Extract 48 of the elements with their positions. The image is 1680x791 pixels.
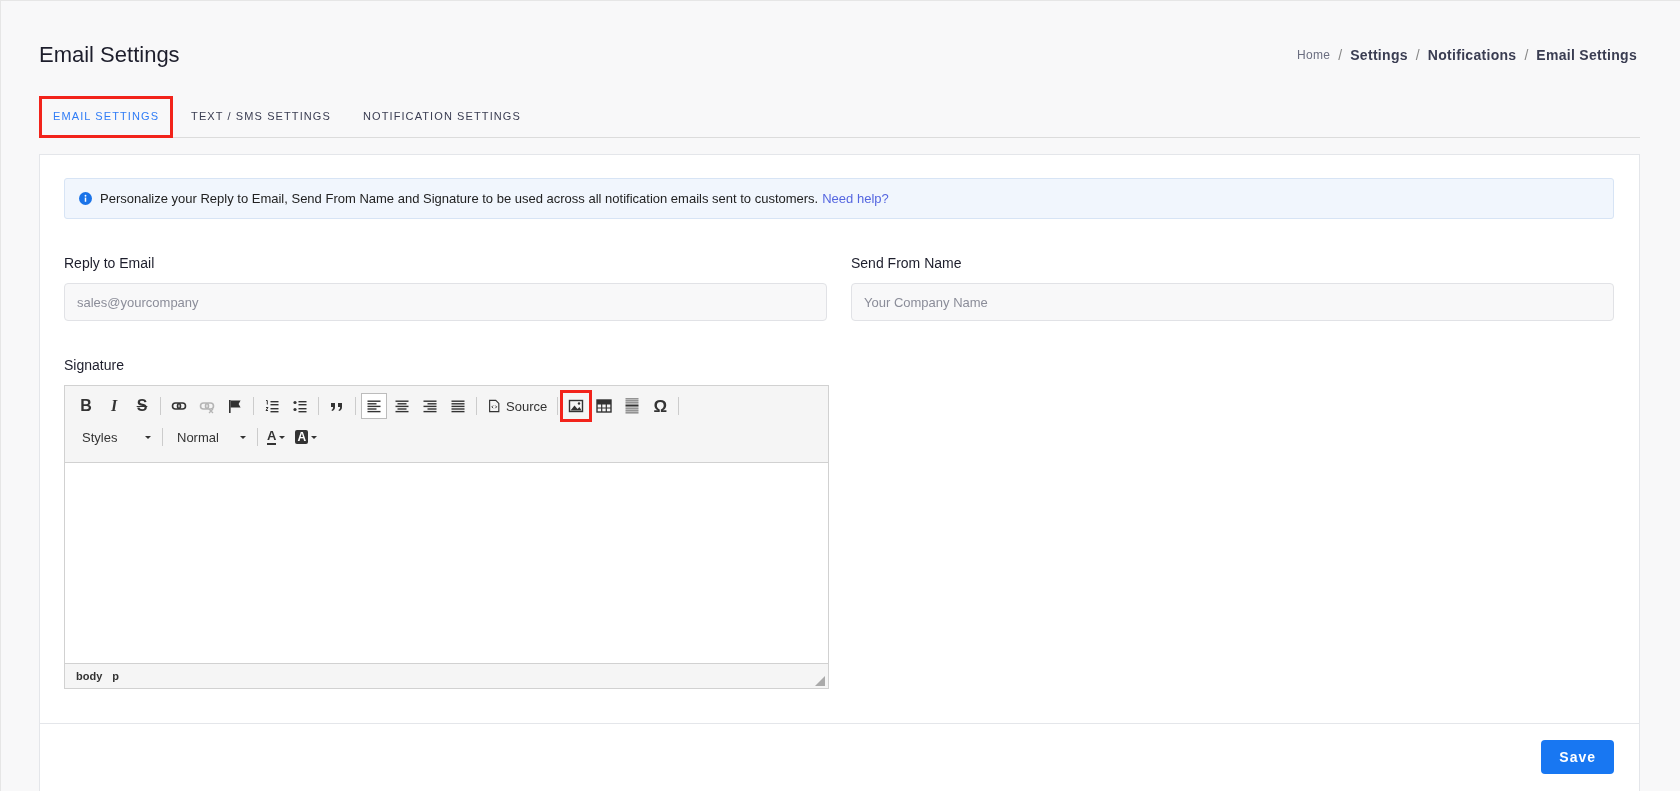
caret-icon	[145, 435, 151, 439]
text-color-button[interactable]: A	[263, 425, 290, 449]
align-left-button[interactable]	[361, 393, 387, 419]
caret-icon	[279, 435, 286, 439]
tab[interactable]: NOTIFICATION SETTINGS	[348, 96, 535, 138]
caret-icon	[240, 435, 246, 439]
align-right-icon	[422, 398, 438, 414]
breadcrumb-link[interactable]: Email Settings	[1536, 47, 1637, 63]
format-dropdown[interactable]: Styles	[73, 425, 157, 449]
help-link[interactable]: Need help?	[822, 191, 889, 206]
field-label: Reply to Email	[64, 255, 156, 271]
source-button[interactable]: Source	[482, 393, 553, 419]
breadcrumb-separator: /	[1524, 47, 1529, 63]
tab[interactable]: TEXT / SMS SETTINGS	[177, 96, 345, 138]
breadcrumb-separator: /	[1415, 47, 1420, 63]
field-label: Signature	[64, 357, 125, 373]
align-center-icon	[394, 398, 410, 414]
align-left-icon	[366, 398, 382, 414]
page-title: Email Settings	[39, 42, 180, 68]
format-dropdown[interactable]: Normal	[168, 425, 252, 449]
input-field[interactable]: sales@yourcompany	[64, 283, 827, 321]
tab[interactable]: EMAIL SETTINGS	[39, 96, 174, 138]
field-label: Send From Name	[851, 255, 963, 271]
bold-button[interactable]: B	[73, 393, 99, 419]
resize-grip-icon[interactable]	[815, 676, 825, 686]
element-path-item[interactable]: p	[112, 670, 119, 682]
breadcrumb-link[interactable]: Home	[1297, 48, 1331, 62]
breadcrumb-separator: /	[1338, 47, 1343, 63]
image-button[interactable]	[563, 393, 590, 419]
flag-icon	[227, 398, 243, 414]
caret-icon	[311, 435, 318, 439]
save-button[interactable]: Save	[1541, 740, 1614, 774]
bg-color-button[interactable]: A	[291, 425, 322, 449]
info-text: Personalize your Reply to Email, Send From Name and Signature to be used across all notification emails sent to customers.	[100, 191, 819, 206]
strike-button[interactable]: S	[129, 393, 155, 419]
element-path-item[interactable]: body	[76, 670, 103, 682]
special-char-button[interactable]: Ω	[647, 393, 674, 419]
code-document-icon	[487, 398, 501, 414]
breadcrumb-link[interactable]: Settings	[1350, 47, 1408, 63]
align-justify-icon	[450, 398, 466, 414]
image-icon	[568, 398, 585, 414]
info-icon	[79, 192, 92, 205]
table-icon	[596, 398, 613, 414]
input-field[interactable]: Your Company Name	[851, 283, 1614, 321]
italic-button[interactable]: I	[101, 393, 127, 419]
breadcrumb-link[interactable]: Notifications	[1427, 47, 1517, 63]
numbered-list-icon	[264, 398, 280, 414]
bullet-list-icon	[292, 398, 308, 414]
